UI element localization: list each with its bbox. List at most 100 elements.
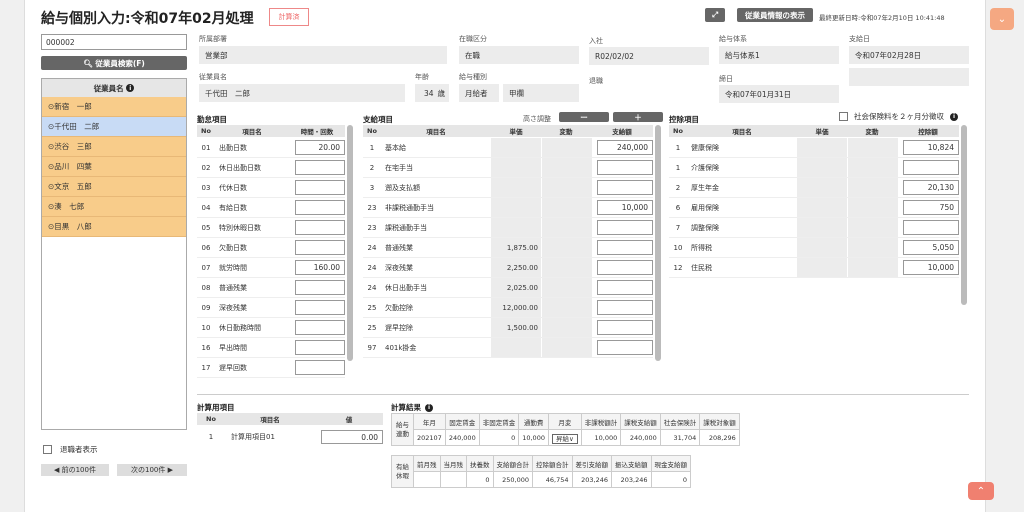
result-value-cell: 208,296 — [699, 429, 740, 446]
deduction-input[interactable]: 10,000 — [903, 260, 959, 275]
col-no: No — [367, 127, 377, 135]
table-row: 3 遡及支払額 — [363, 178, 653, 198]
table-row: 2 在宅手当 — [363, 158, 653, 178]
social-insurance-checkbox[interactable] — [839, 112, 848, 121]
join-value: R02/02/02 — [589, 47, 709, 65]
deduction-input[interactable]: 20,130 — [903, 180, 959, 195]
row-name: 有給日数 — [219, 203, 247, 212]
page-title: 給与個別入力:令和07年02月処理 — [41, 11, 254, 27]
deduction-scrollbar[interactable] — [961, 125, 967, 305]
deduction-input[interactable] — [903, 160, 959, 175]
row-name: 基本給 — [385, 143, 406, 152]
retired-checkbox[interactable] — [43, 445, 52, 454]
social-insurance-toggle[interactable]: 社会保険料を２ヶ月分徴収 i — [839, 111, 958, 122]
payment-input[interactable] — [597, 220, 653, 235]
row-unit — [797, 218, 847, 237]
result-header-cell: 振込支給額 — [611, 455, 652, 472]
payment-input[interactable] — [597, 340, 653, 355]
prev-page-button[interactable]: ◀ 前の100件 — [41, 464, 109, 476]
employee-info-button[interactable]: 従業員情報の表示 — [737, 8, 813, 22]
employee-list-item[interactable]: ⊙ 品川 四葉 — [42, 157, 186, 177]
table-row: 05 特別休暇日数 — [197, 218, 345, 238]
join-label: 入社 — [589, 37, 603, 45]
employee-list-header: 従業員名 i — [42, 79, 186, 97]
employee-list-item[interactable]: ⊙ 渋谷 三郎 — [42, 137, 186, 157]
result-value-cell — [413, 471, 441, 488]
result-header-cell: 月変 — [547, 413, 582, 430]
row-change — [848, 198, 898, 217]
retired-toggle[interactable]: 退職者表示 — [43, 444, 98, 455]
expand-icon[interactable]: ⤢ — [705, 8, 725, 22]
scroll-top-button[interactable]: ⌃ — [968, 482, 994, 500]
row-no: 03 — [201, 183, 211, 192]
payment-input[interactable] — [597, 160, 653, 175]
row-name: 早出時間 — [219, 343, 247, 352]
chevron-down-icon[interactable]: ⌄ — [990, 8, 1014, 30]
payment-input[interactable]: 240,000 — [597, 140, 653, 155]
row-no: 2 — [675, 183, 681, 192]
monthly-change-select[interactable]: 昇給∨ — [551, 433, 578, 444]
dept-label: 所属部署 — [199, 35, 227, 43]
result-value-cell: 240,000 — [620, 429, 661, 446]
attendance-input[interactable] — [295, 320, 345, 335]
deduction-input[interactable]: 750 — [903, 200, 959, 215]
table-row: 1 基本給 240,000 — [363, 138, 653, 158]
payment-input[interactable] — [597, 320, 653, 335]
employee-search-input[interactable]: 000002 — [41, 34, 187, 50]
row-unit — [491, 178, 541, 197]
last-updated: 最終更新日時:令和07年2月10日 10:41:48 — [819, 14, 945, 22]
payment-input[interactable] — [597, 240, 653, 255]
attendance-input[interactable] — [295, 300, 345, 315]
payment-scrollbar[interactable] — [655, 125, 661, 361]
row-no: 05 — [201, 223, 211, 232]
deduction-input[interactable] — [903, 220, 959, 235]
row-no: 23 — [367, 203, 377, 212]
employee-search-button[interactable]: 🔍︎ 従業員検索(F) — [41, 56, 187, 70]
height-increase-button[interactable]: ＋ — [613, 112, 663, 122]
attendance-input[interactable] — [295, 340, 345, 355]
height-decrease-button[interactable]: ー — [559, 112, 609, 122]
table-row: 09 深夜残業 — [197, 298, 345, 318]
employee-list-item[interactable]: ⊙ 千代田 二郎 — [42, 117, 186, 137]
attendance-input[interactable] — [295, 160, 345, 175]
col-name: 項目名 — [732, 128, 752, 136]
next-page-button[interactable]: 次の100件 ▶ — [117, 464, 187, 476]
payment-input[interactable]: 10,000 — [597, 200, 653, 215]
info-icon: i — [126, 84, 135, 92]
payment-input[interactable] — [597, 280, 653, 295]
dept-value: 営業部 — [199, 46, 447, 64]
row-unit: 2,025.00 — [491, 278, 541, 297]
employee-list-item[interactable]: ⊙ 新宿 一郎 — [42, 97, 186, 117]
result-row-label: 給与 連動 — [391, 413, 414, 446]
deduction-input[interactable]: 5,050 — [903, 240, 959, 255]
pay-type-value: 月給者 — [459, 84, 499, 102]
attendance-input[interactable] — [295, 240, 345, 255]
calc-item-input[interactable]: 0.00 — [321, 430, 383, 444]
employee-list-item[interactable]: ⊙ 文京 五郎 — [42, 177, 186, 197]
payment-title: 支給項目 — [363, 115, 393, 124]
row-no: 01 — [201, 143, 211, 152]
employee-list-item[interactable]: ⊙ 湊 七郎 — [42, 197, 186, 217]
deduction-input[interactable]: 10,824 — [903, 140, 959, 155]
attendance-scrollbar[interactable] — [347, 125, 353, 361]
attendance-input[interactable] — [295, 220, 345, 235]
attendance-input[interactable]: 20.00 — [295, 140, 345, 155]
attendance-input[interactable] — [295, 360, 345, 375]
result-value-cell: 10,000 — [518, 429, 549, 446]
payment-input[interactable] — [597, 180, 653, 195]
info-icon: i — [425, 403, 433, 412]
row-name: 介護保険 — [691, 163, 719, 172]
row-name: 調整保険 — [691, 223, 719, 232]
payment-input[interactable] — [597, 260, 653, 275]
row-change — [542, 138, 592, 157]
attendance-input[interactable] — [295, 200, 345, 215]
employee-list-item[interactable]: ⊙ 目黒 八郎 — [42, 217, 186, 237]
col-no: No — [206, 415, 216, 423]
row-no: 1 — [675, 143, 681, 152]
attendance-input[interactable] — [295, 280, 345, 295]
attendance-title: 勤怠項目 — [197, 115, 227, 124]
pay-date-value: 令和07年02月28日 — [849, 46, 969, 64]
attendance-input[interactable] — [295, 180, 345, 195]
attendance-input[interactable]: 160.00 — [295, 260, 345, 275]
payment-input[interactable] — [597, 300, 653, 315]
